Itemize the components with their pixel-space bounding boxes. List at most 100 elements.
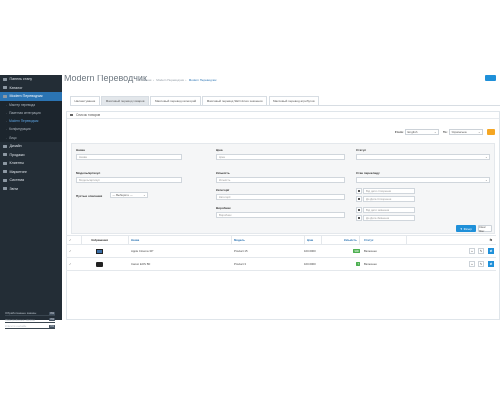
gear-icon xyxy=(3,178,7,182)
tab-categories[interactable]: Массовый перевод категорий xyxy=(150,96,201,105)
sidebar-item-label: Звіти xyxy=(9,186,19,191)
product-model: Product 15 xyxy=(234,249,248,253)
sidebar-item-design[interactable]: Дизайн xyxy=(0,142,62,151)
calendar-icon[interactable] xyxy=(356,215,362,221)
calendar-icon[interactable] xyxy=(356,207,362,213)
translate-button[interactable]: ⇄ xyxy=(488,248,494,254)
column-name[interactable]: Назва xyxy=(131,238,139,242)
sidebar-subitem-batch[interactable]: - Пакетная интеграция xyxy=(0,108,62,118)
filter-icon: ▼ xyxy=(459,226,463,231)
product-status: Включено xyxy=(364,249,377,253)
model-label: Модель/артикул xyxy=(76,171,101,175)
arrows-icon: » xyxy=(471,262,473,266)
quantity-badge: 7 xyxy=(356,261,361,267)
empty-desc-label: Пустые описания xyxy=(76,194,103,198)
to-language-select[interactable]: Українська ⌄ xyxy=(449,129,483,135)
translate-row-button[interactable]: » xyxy=(469,248,475,254)
translate-status-select[interactable]: ⌄ xyxy=(356,177,490,183)
sidebar-subitem-translator[interactable]: - Modern Переводчик xyxy=(0,117,62,126)
sidebar-subitem-face[interactable]: - Лицо xyxy=(0,133,62,142)
empty-desc-select[interactable]: --- Выберите --- ⌄ xyxy=(110,192,148,198)
globe-icon: ⇄ xyxy=(489,249,493,253)
calendar-icon[interactable] xyxy=(356,188,362,194)
filter-button-label: Фільтр xyxy=(463,226,473,231)
edit-button[interactable]: ✎ xyxy=(478,248,484,254)
sidebar-item-label: Дизайн xyxy=(9,144,22,149)
translate-status-label: Стан перекладу xyxy=(356,171,380,175)
sidebar-subitem-label: Лицо xyxy=(9,135,17,140)
sidebar-item-reports[interactable]: Звіти xyxy=(0,185,62,194)
to-language-value: Українська xyxy=(451,130,467,134)
user-icon xyxy=(3,161,7,165)
from-language-select[interactable]: English ⌄ xyxy=(405,129,440,135)
breadcrumb-module[interactable]: Modern Переводчик xyxy=(156,78,184,82)
tab-attributes[interactable]: Массовый перевод атрибутов xyxy=(268,96,320,105)
list-icon xyxy=(70,113,73,117)
model-input[interactable]: Модель/артикул xyxy=(76,177,182,183)
date-modified-from-input[interactable]: Від дати змінення xyxy=(363,207,415,213)
status-select[interactable]: ⌄ xyxy=(356,154,490,160)
sidebar-item-catalog[interactable]: Каталог xyxy=(0,84,62,93)
calendar-icon[interactable] xyxy=(356,196,362,202)
date-modified-to-input[interactable]: До Дата Змінення xyxy=(363,215,415,221)
table-header-row: ✓ Зображення Назва Модель Ціна Кількість… xyxy=(66,235,496,245)
sidebar-item-system[interactable]: Система xyxy=(0,176,62,185)
translate-all-icon[interactable]: ⇆ xyxy=(490,238,492,242)
pencil-icon: ✎ xyxy=(479,249,483,253)
chevron-down-icon: ⌄ xyxy=(477,130,481,134)
manufacturer-input[interactable]: Виробник xyxy=(216,212,345,218)
translate-button[interactable]: ⇄ xyxy=(488,261,494,267)
dashboard-icon xyxy=(3,77,7,81)
sidebar-item-marketing[interactable]: Маркетинг xyxy=(0,168,62,177)
breadcrumb: Главная › Modern Переводчик › Modern Перев… xyxy=(140,78,217,82)
stat-complete: Завершённые заказы 0% xyxy=(5,318,55,323)
share-icon xyxy=(3,170,7,174)
sidebar-item-translator[interactable]: Modern Переводчик xyxy=(0,92,62,101)
product-image xyxy=(96,248,103,254)
name-label: Назва xyxy=(76,148,85,152)
sidebar-subitem-config[interactable]: - Конфигурация xyxy=(0,125,62,134)
select-all-checkbox[interactable]: ✓ xyxy=(69,238,72,242)
sidebar-item-label: Modern Переводчик xyxy=(9,94,43,99)
sidebar: Панель стану Каталог Modern Переводчик -… xyxy=(0,75,62,330)
filter-form: Назва Назва Ціна Ціна Статус ⌄ Модель/ар… xyxy=(71,143,495,234)
column-status[interactable]: Статус xyxy=(364,238,373,242)
name-input[interactable]: Назва xyxy=(76,154,182,160)
column-quantity[interactable]: Кількість xyxy=(344,238,357,242)
globe-icon: ⇄ xyxy=(489,262,493,266)
breadcrumb-home[interactable]: Главная xyxy=(140,78,151,82)
clear-filter-button[interactable]: Clear filter xyxy=(478,225,492,233)
tab-settings[interactable]: Налаштування xyxy=(70,96,100,105)
quantity-badge: 990 xyxy=(353,248,361,254)
category-input[interactable]: Категорії xyxy=(216,194,345,200)
price-input[interactable]: Ціна xyxy=(216,154,345,160)
row-checkbox[interactable]: ✓ xyxy=(69,249,72,253)
quantity-input[interactable]: Кількість xyxy=(216,177,345,183)
breadcrumb-current[interactable]: Modern Переводчик xyxy=(189,78,217,82)
table-row: ✓ Apple Cinema 30" Product 15 100.0000 9… xyxy=(66,245,496,258)
column-price[interactable]: Ціна xyxy=(307,238,313,242)
tab-seo[interactable]: Массовый перевод SEO-Ключ значения xyxy=(202,96,267,105)
page-header: Modern Переводчик Главная › Modern Перево… xyxy=(62,75,500,87)
column-model[interactable]: Модель xyxy=(234,238,245,242)
date-added-to-input[interactable]: До Дата Створення xyxy=(363,196,415,202)
sidebar-item-label: Каталог xyxy=(9,85,23,90)
page-title: Modern Переводчик xyxy=(64,75,147,83)
translate-button[interactable] xyxy=(487,129,495,135)
header-action-button[interactable] xyxy=(485,75,496,81)
row-checkbox[interactable]: ✓ xyxy=(69,262,72,266)
date-added-from-input[interactable]: Від дати створення xyxy=(363,188,415,194)
sidebar-subitem-label: Modern Переводчик xyxy=(9,119,39,124)
edit-button[interactable]: ✎ xyxy=(478,261,484,267)
sidebar-item-customers[interactable]: Клиенты xyxy=(0,159,62,168)
tab-products[interactable]: Массовый перевод товаров xyxy=(101,96,149,105)
sidebar-item-dashboard[interactable]: Панель стану xyxy=(0,75,62,84)
filter-button[interactable]: ▼ Фільтр xyxy=(456,225,476,232)
sidebar-item-sales[interactable]: Продажи xyxy=(0,150,62,159)
sidebar-subitem-wizard[interactable]: - Мастер перевода xyxy=(0,100,62,109)
main-content: Modern Переводчик Главная › Modern Перево… xyxy=(62,75,500,320)
chevron-down-icon: ⌄ xyxy=(485,155,488,159)
translate-row-button[interactable]: » xyxy=(469,261,475,267)
product-price: 100.0000 xyxy=(304,262,316,266)
price-label: Ціна xyxy=(216,148,223,152)
